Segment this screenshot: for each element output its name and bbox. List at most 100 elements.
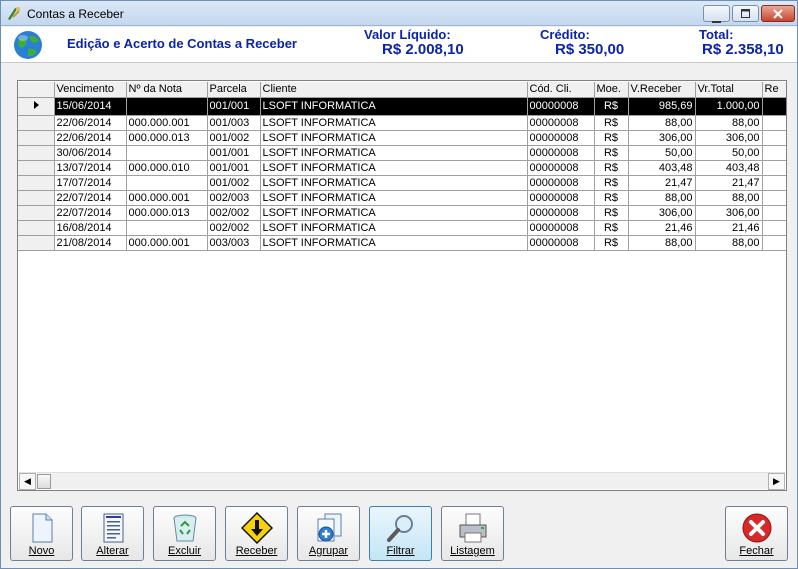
cell-v-receber[interactable]: 306,00 xyxy=(628,205,696,221)
cell-moeda[interactable]: R$ xyxy=(594,145,629,161)
cell-cliente[interactable] xyxy=(260,325,527,340)
cell-cliente[interactable]: LSOFT INFORMATICA xyxy=(260,145,528,161)
row-indicator[interactable] xyxy=(18,280,54,295)
cell-vr-total[interactable] xyxy=(695,280,762,295)
row-indicator[interactable] xyxy=(18,235,55,251)
cell-vencimento[interactable]: 22/06/2014 xyxy=(54,130,127,146)
row-indicator[interactable] xyxy=(18,220,55,236)
cell-re[interactable] xyxy=(762,340,786,355)
cell-vr-total[interactable]: 1.000,00 xyxy=(695,97,763,116)
cell-cliente[interactable] xyxy=(260,265,527,280)
cell-numero-nota[interactable]: 000.000.001 xyxy=(126,235,208,251)
cell-vencimento[interactable] xyxy=(54,355,126,370)
cell-cod-cli[interactable] xyxy=(527,340,594,355)
cell-vencimento[interactable]: 22/07/2014 xyxy=(54,190,127,206)
cell-vencimento[interactable]: 17/07/2014 xyxy=(54,175,127,191)
cell-moeda[interactable] xyxy=(594,310,628,325)
cell-vr-total[interactable]: 88,00 xyxy=(695,190,763,206)
cell-parcela[interactable]: 001/001 xyxy=(207,145,261,161)
cell-v-receber[interactable]: 403,48 xyxy=(628,160,696,176)
table-row[interactable] xyxy=(18,355,786,370)
cell-v-receber[interactable]: 88,00 xyxy=(628,115,696,131)
cell-v-receber[interactable] xyxy=(628,295,695,310)
cell-parcela[interactable]: 001/002 xyxy=(207,130,261,146)
cell-re[interactable] xyxy=(762,280,786,295)
col-parcela[interactable]: Parcela xyxy=(207,82,261,98)
cell-numero-nota[interactable] xyxy=(126,265,207,280)
cell-re[interactable] xyxy=(762,265,786,280)
cell-vencimento[interactable] xyxy=(54,265,126,280)
cell-re[interactable] xyxy=(762,355,786,370)
cell-moeda[interactable]: R$ xyxy=(594,235,629,251)
row-indicator[interactable] xyxy=(18,160,55,176)
cell-v-receber[interactable] xyxy=(628,325,695,340)
cell-parcela[interactable] xyxy=(207,280,260,295)
cell-vr-total[interactable]: 21,46 xyxy=(695,220,763,236)
alterar-button[interactable]: Alterar xyxy=(81,506,144,561)
cell-re[interactable] xyxy=(762,205,786,221)
cell-parcela[interactable] xyxy=(207,325,260,340)
table-row[interactable]: 16/08/2014 002/002 LSOFT INFORMATICA 000000… xyxy=(18,220,786,236)
cell-vr-total[interactable]: 403,48 xyxy=(695,160,763,176)
minimize-button[interactable] xyxy=(703,5,730,23)
cell-cliente[interactable] xyxy=(260,250,527,265)
scroll-left-arrow-icon[interactable]: ◀ xyxy=(19,473,36,490)
cell-numero-nota[interactable] xyxy=(126,310,207,325)
cell-cliente[interactable]: LSOFT INFORMATICA xyxy=(260,205,528,221)
cell-vencimento[interactable] xyxy=(54,340,126,355)
cell-parcela[interactable] xyxy=(207,310,260,325)
table-row[interactable] xyxy=(18,265,786,280)
cell-moeda[interactable] xyxy=(594,340,628,355)
cell-cod-cli[interactable]: 00000008 xyxy=(527,220,595,236)
cell-numero-nota[interactable] xyxy=(126,340,207,355)
accounts-grid[interactable]: Vencimento Nº da Nota Parcela Cliente Có… xyxy=(17,80,787,491)
cell-cliente[interactable] xyxy=(260,295,527,310)
col-cod-cli[interactable]: Cód. Cli. xyxy=(527,82,595,98)
filtrar-button[interactable]: Filtrar xyxy=(369,506,432,561)
cell-vr-total[interactable] xyxy=(695,265,762,280)
cell-vencimento[interactable] xyxy=(54,250,126,265)
cell-moeda[interactable] xyxy=(594,265,628,280)
cell-numero-nota[interactable] xyxy=(126,97,208,116)
table-row[interactable]: 22/07/2014 000.000.001 002/003 LSOFT INFORM… xyxy=(18,190,786,206)
cell-moeda[interactable]: R$ xyxy=(594,205,629,221)
cell-vr-total[interactable] xyxy=(695,310,762,325)
cell-re[interactable] xyxy=(762,175,786,191)
table-row[interactable]: 13/07/2014 000.000.010 001/001 LSOFT INFORM… xyxy=(18,160,786,176)
cell-cod-cli[interactable] xyxy=(527,265,594,280)
cell-vr-total[interactable]: 306,00 xyxy=(695,205,763,221)
cell-parcela[interactable]: 001/003 xyxy=(207,115,261,131)
row-indicator[interactable] xyxy=(18,325,54,340)
cell-cliente[interactable]: LSOFT INFORMATICA xyxy=(260,175,528,191)
cell-v-receber[interactable] xyxy=(628,250,695,265)
cell-numero-nota[interactable] xyxy=(126,325,207,340)
cell-re[interactable] xyxy=(762,220,786,236)
cell-v-receber[interactable]: 985,69 xyxy=(628,97,696,116)
cell-re[interactable] xyxy=(762,115,786,131)
table-row[interactable]: 22/07/2014 000.000.013 002/002 LSOFT INFORM… xyxy=(18,205,786,221)
cell-vr-total[interactable] xyxy=(695,295,762,310)
cell-cliente[interactable] xyxy=(260,280,527,295)
row-indicator[interactable] xyxy=(18,175,55,191)
novo-button[interactable]: Novo xyxy=(10,506,73,561)
cell-vr-total[interactable] xyxy=(695,340,762,355)
col-moeda[interactable]: Moe. xyxy=(594,82,629,98)
table-row[interactable] xyxy=(18,310,786,325)
cell-numero-nota[interactable] xyxy=(126,220,208,236)
table-row[interactable]: 22/06/2014 000.000.001 001/003 LSOFT INFORM… xyxy=(18,115,786,131)
row-indicator[interactable] xyxy=(18,265,54,280)
cell-cliente[interactable]: LSOFT INFORMATICA xyxy=(260,160,528,176)
cell-numero-nota[interactable]: 000.000.001 xyxy=(126,115,208,131)
cell-moeda[interactable] xyxy=(594,250,628,265)
cell-vr-total[interactable] xyxy=(695,325,762,340)
cell-vr-total[interactable] xyxy=(695,355,762,370)
scroll-right-arrow-icon[interactable]: ▶ xyxy=(768,473,785,490)
row-indicator[interactable] xyxy=(18,250,54,265)
cell-numero-nota[interactable] xyxy=(126,355,207,370)
cell-re[interactable] xyxy=(762,310,786,325)
cell-cod-cli[interactable] xyxy=(527,295,594,310)
cell-cod-cli[interactable] xyxy=(527,310,594,325)
cell-cod-cli[interactable]: 00000008 xyxy=(527,115,595,131)
cell-v-receber[interactable] xyxy=(628,355,695,370)
table-row[interactable] xyxy=(18,295,786,310)
